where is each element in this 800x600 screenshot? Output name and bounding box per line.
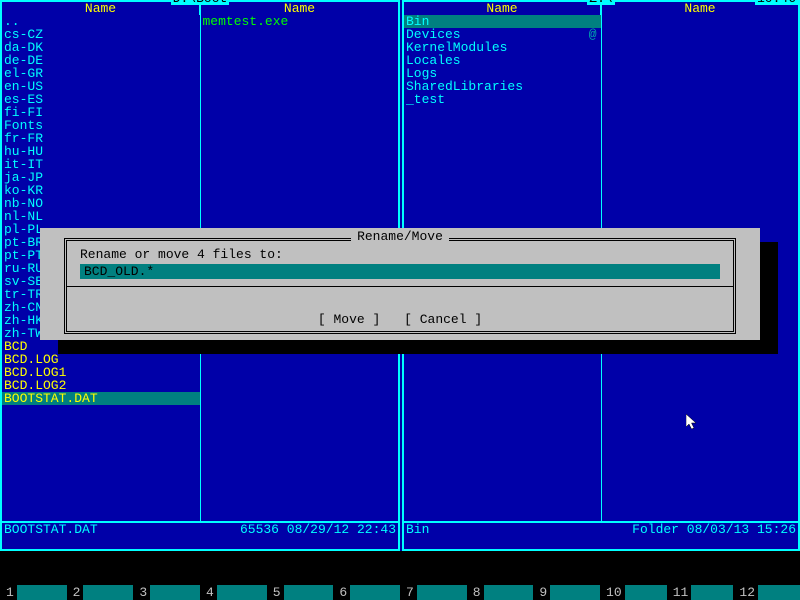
f9[interactable]: 9 [533, 585, 600, 600]
f2[interactable]: 2 [67, 585, 134, 600]
f5[interactable]: 5 [267, 585, 334, 600]
rename-move-dialog: Rename/Move Rename or move 4 files to: [… [40, 228, 760, 340]
cancel-button[interactable]: [ Cancel ] [404, 312, 482, 327]
function-key-bar: 1 2 3 4 5 6 7 8 9 10 11 12 [0, 585, 800, 600]
move-button[interactable]: [ Move ] [318, 312, 380, 327]
list-item[interactable]: _test [404, 93, 601, 106]
list-item[interactable]: BOOTSTAT.DAT [2, 392, 200, 405]
symlink-marker-icon: @ [589, 28, 597, 41]
dialog-destination-input[interactable] [80, 264, 720, 279]
dialog-title: Rename/Move [351, 230, 449, 243]
f11[interactable]: 11 [667, 585, 734, 600]
dialog-prompt: Rename or move 4 files to: [80, 248, 283, 261]
left-panel-title: D:\Boot [171, 0, 230, 5]
f12[interactable]: 12 [733, 585, 800, 600]
left-status: BOOTSTAT.DAT 65536 08/29/12 22:43 [2, 521, 398, 536]
f3[interactable]: 3 [133, 585, 200, 600]
f10[interactable]: 10 [600, 585, 667, 600]
f4[interactable]: 4 [200, 585, 267, 600]
right-status: Bin Folder 08/03/13 15:26 [404, 521, 798, 536]
f8[interactable]: 8 [467, 585, 534, 600]
f7[interactable]: 7 [400, 585, 467, 600]
list-item[interactable]: Devices@ [404, 28, 601, 41]
list-item[interactable]: memtest.exe [201, 15, 399, 28]
right-panel-title: Z:\ [587, 0, 614, 5]
clock: 10:46 [755, 0, 798, 5]
f6[interactable]: 6 [333, 585, 400, 600]
f1[interactable]: 1 [0, 585, 67, 600]
